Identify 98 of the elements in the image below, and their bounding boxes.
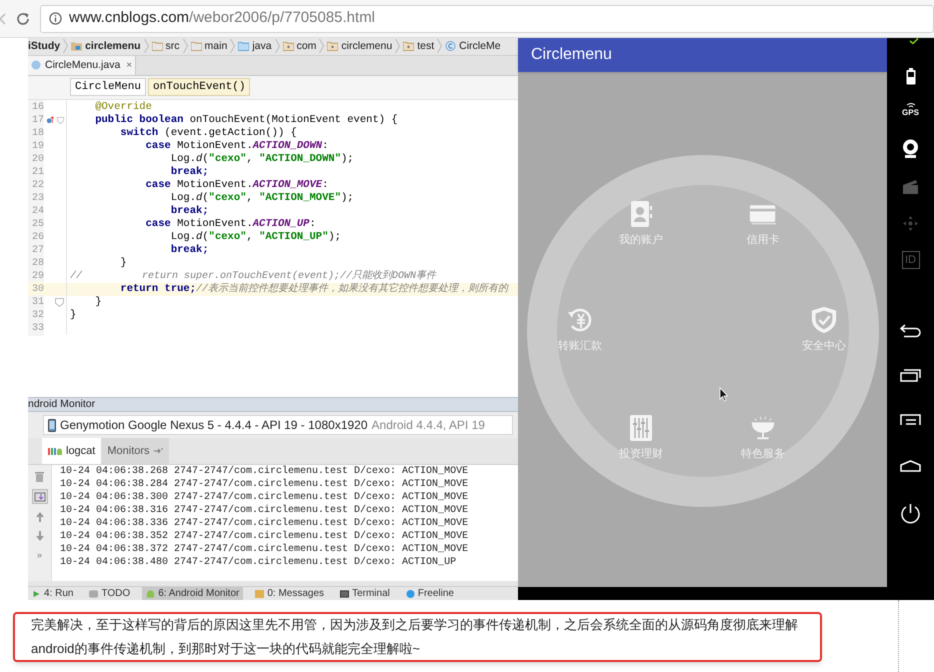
folder-icon: [238, 41, 250, 52]
tool-window-tab[interactable]: 4: Run: [28, 587, 78, 600]
chevron-icon: [395, 39, 400, 54]
code-line: @Override: [94, 100, 152, 114]
phone-icon: [48, 418, 56, 432]
log-line: 10-24 04:06:38.336 2747-2747/com.circlemenu.test D/cexo: ACTION_MOVE: [60, 517, 470, 530]
code-line: // return super.onTouchEvent(event);//只能收到DOWN事件: [69, 270, 436, 282]
close-tab-button[interactable]: ×: [126, 58, 132, 73]
breadcrumb-item[interactable]: test: [403, 38, 434, 54]
method-breadcrumb[interactable]: onTouchEvent(): [148, 78, 250, 96]
address-bar[interactable]: www.cnblogs.com/webor2006/p/7705085.html: [40, 4, 934, 32]
messages-icon: [255, 590, 264, 598]
chevron-icon: [144, 39, 149, 54]
breadcrumb-item[interactable]: circlemenu: [71, 38, 141, 54]
code-line: case MotionEvent.ACTION_DOWN:: [144, 140, 328, 153]
code-line: Log.d("cexo", "ACTION_DOWN");: [170, 152, 354, 166]
more-button[interactable]: »: [36, 549, 42, 563]
log-line: 10-24 04:06:38.372 2747-2747/com.circlemenu.test D/cexo: ACTION_MOVE: [60, 543, 470, 556]
code-line: Log.d("cexo", "ACTION_MOVE");: [170, 192, 354, 205]
code-line: public boolean onTouchEvent(MotionEvent event) {: [94, 114, 398, 127]
line-number: 33: [28, 320, 44, 336]
terminal-icon: [340, 590, 350, 598]
freeline-icon: [406, 590, 415, 598]
folder-icon: [152, 41, 163, 52]
chevron-icon: [319, 39, 324, 54]
code-line: break;: [170, 166, 209, 179]
yen-refresh-icon: [566, 306, 594, 334]
menu-icon[interactable]: [900, 414, 921, 426]
class-icon: [31, 60, 41, 70]
log-line: 10-24 04:06:38.352 2747-2747/com.circlemenu.test D/cexo: ACTION_MOVE: [60, 530, 470, 544]
code-line: return true;//表示当前控件想要处理事件，如果没有其它控件想要处理，则所有的: [119, 282, 508, 296]
app-title: Circlemenu: [531, 45, 612, 65]
code-line: Log.d("cexo", "ACTION_UP");: [170, 230, 341, 244]
breadcrumb-item[interactable]: iStudy: [28, 38, 60, 54]
abacus-icon: [627, 414, 655, 442]
clapperboard-icon[interactable]: [903, 180, 918, 194]
breadcrumb-item[interactable]: CircleMe: [445, 38, 501, 54]
url-text: www.cnblogs.com/webor2006/p/7705085.html: [69, 8, 376, 28]
tool-window-tab[interactable]: 6: Android Monitor: [142, 587, 244, 600]
device-dropdown[interactable]: Genymotion Google Nexus 5 - 4.4.4 - API 19 - 1080x1920 Android 4.4.4, API 19: [43, 415, 513, 436]
code-line: break;: [170, 204, 209, 218]
code-line: case MotionEvent.ACTION_UP:: [144, 218, 316, 231]
battery-icon[interactable]: [906, 68, 916, 85]
chevron-icon: [182, 39, 188, 54]
tool-window-tab[interactable]: Freeline: [402, 587, 458, 600]
log-line: 10-24 04:06:38.284 2747-2747/com.circlemenu.test D/cexo: ACTION_MOVE: [60, 478, 470, 492]
folder-icon: [327, 41, 338, 52]
breadcrumb-item[interactable]: java: [238, 38, 272, 54]
breadcrumb-item[interactable]: main: [190, 38, 228, 54]
code-line: }: [119, 256, 127, 270]
todo-icon: [89, 590, 98, 598]
tool-window-tab[interactable]: TODO: [85, 587, 134, 600]
panel-tab[interactable]: Monitors: [101, 438, 169, 464]
chevron-icon: [230, 39, 236, 54]
power-icon[interactable]: [900, 503, 921, 525]
run-icon: [32, 590, 41, 598]
chevron-icon: [274, 39, 280, 54]
breadcrumb-item[interactable]: circlemenu: [327, 38, 392, 54]
scroll-to-end-icon[interactable]: [32, 489, 48, 504]
gps-button[interactable]: GPS: [902, 103, 919, 117]
check-icon[interactable]: [908, 38, 918, 44]
webcam-icon[interactable]: [902, 139, 919, 158]
tool-window-tab[interactable]: Terminal: [336, 587, 394, 600]
breadcrumb-item[interactable]: com: [282, 38, 316, 54]
class-icon: [445, 41, 456, 52]
pin-icon: [154, 448, 163, 454]
reload-icon[interactable]: [16, 12, 30, 26]
folder-icon: [282, 41, 294, 52]
recent-apps-icon[interactable]: [900, 369, 921, 382]
file-tab[interactable]: CircleMenu.java ×: [28, 56, 136, 75]
log-line: 10-24 04:06:38.268 2747-2747/com.circlemenu.test D/cexo: ACTION_MOVE: [60, 465, 470, 478]
log-line: 10-24 04:06:38.300 2747-2747/com.circlemenu.test D/cexo: ACTION_MOVE: [60, 491, 470, 504]
chevron-icon: [63, 39, 68, 54]
folder-icon: [403, 41, 414, 52]
code-line: case MotionEvent.ACTION_MOVE:: [144, 178, 328, 192]
home-icon[interactable]: [900, 460, 921, 472]
panel-title: ndroid Monitor: [28, 396, 96, 412]
signal-icon: [906, 103, 916, 108]
logcat-icon: [48, 446, 62, 456]
chevron-icon: [437, 39, 442, 54]
shield-check-icon: [810, 306, 838, 334]
mouse-cursor-icon: [719, 387, 729, 402]
breadcrumb-item[interactable]: src: [152, 38, 180, 54]
panel-tab[interactable]: logcat: [42, 438, 102, 464]
log-line: 10-24 04:06:38.480 2747-2747/com.circlemenu.test D/cexo: ACTION_UP: [60, 556, 458, 570]
android-icon: [146, 590, 156, 598]
method-breadcrumb[interactable]: CircleMenu: [70, 78, 146, 96]
folder-icon: [190, 41, 202, 52]
trophy-icon: [749, 414, 777, 442]
code-line: break;: [170, 244, 209, 257]
code-line: }: [94, 296, 102, 309]
code-line: }: [69, 308, 76, 322]
info-icon[interactable]: [49, 12, 62, 25]
log-line: 10-24 04:06:38.316 2747-2747/com.circlemenu.test D/cexo: ACTION_MOVE: [60, 504, 470, 518]
code-line: switch (event.getAction()) {: [119, 126, 297, 140]
paragraph: 完美解决，至于这样写的背后的原因这里先不用管，因为涉及到之后要学习的事件传递机制，之后会系统全面的从源码角度彻底来理解android的事件传递机制，到那时对于这一块的代码就能完全理解啦~: [31, 616, 799, 658]
folder-icon: [71, 41, 82, 52]
tool-window-tab[interactable]: 0: Messages: [251, 587, 328, 600]
